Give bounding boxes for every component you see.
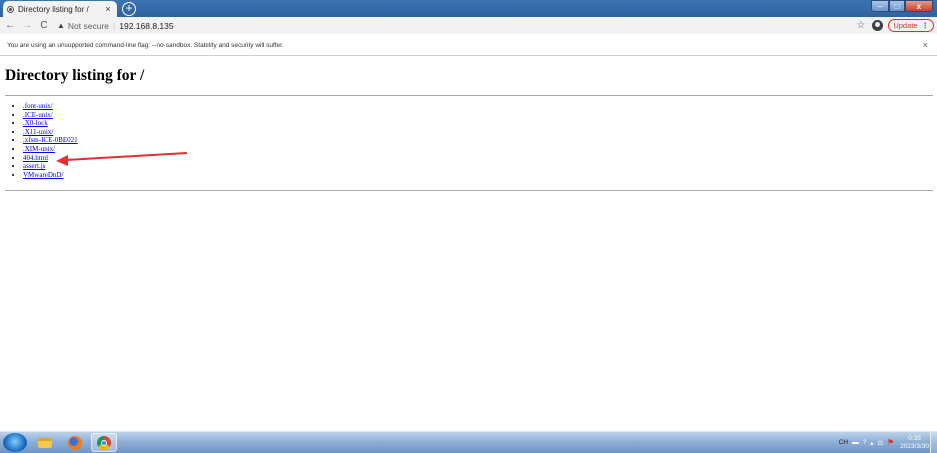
annotation-arrow <box>56 152 188 166</box>
action-center-flag-icon[interactable]: ⚑ <box>887 438 894 447</box>
taskbar-explorer[interactable] <box>32 433 58 452</box>
firefox-icon <box>68 435 82 450</box>
arrow-head <box>56 155 68 166</box>
chrome-icon <box>97 435 111 450</box>
keyboard-icon[interactable]: ▬ <box>852 439 859 446</box>
start-orb-icon[interactable] <box>3 433 27 452</box>
show-desktop-button[interactable] <box>930 432 937 453</box>
taskbar-firefox[interactable] <box>62 433 88 452</box>
folder-icon <box>38 437 52 448</box>
windows-taskbar: CH ▬ ? ▴ ⊡ ⚑ 0:35 2023/3/30 <box>0 431 937 453</box>
taskbar-chrome[interactable] <box>91 433 117 452</box>
clock-time: 0:35 <box>908 434 921 442</box>
network-icon[interactable]: ⊡ <box>877 439 882 447</box>
help-icon[interactable]: ? <box>863 439 867 446</box>
arrow-shaft <box>65 152 188 161</box>
ime-indicator[interactable]: CH <box>839 439 848 446</box>
clock-date: 2023/3/30 <box>900 442 929 450</box>
tray-expand-icon[interactable]: ▴ <box>870 439 873 447</box>
clock[interactable]: 0:35 2023/3/30 <box>900 435 929 451</box>
system-tray: CH ▬ ? ▴ ⊡ ⚑ 0:35 2023/3/30 <box>835 432 929 453</box>
